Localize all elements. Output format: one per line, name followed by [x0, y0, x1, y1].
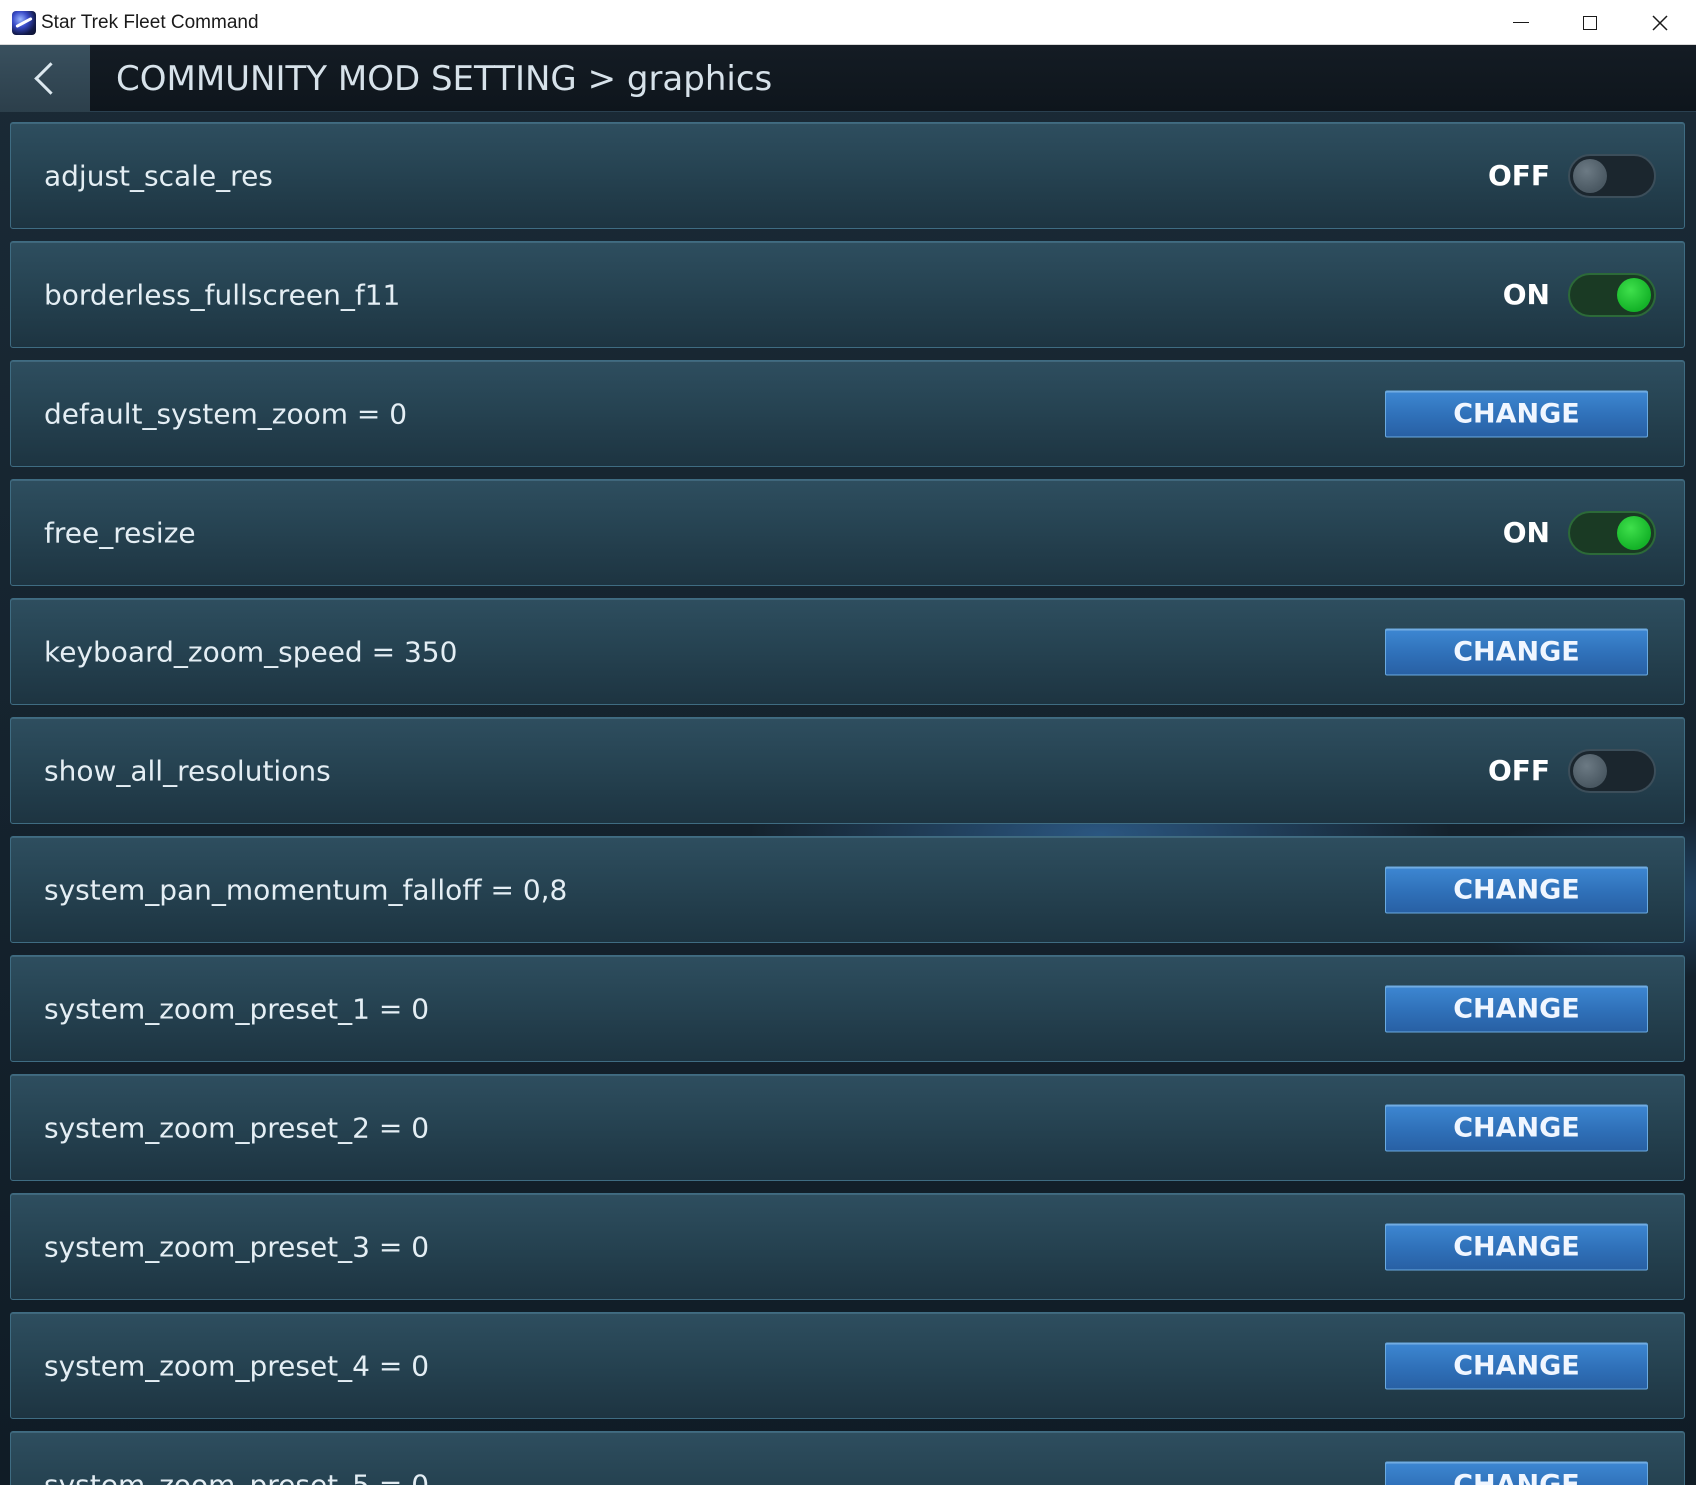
- chevron-left-icon: [33, 62, 67, 95]
- title-bar: Star Trek Fleet Command: [0, 0, 1696, 45]
- setting-row: system_zoom_preset_2 = 0 CHANGE: [10, 1074, 1685, 1181]
- setting-row: default_system_zoom = 0 CHANGE: [10, 360, 1685, 467]
- toggle-knob: [1573, 753, 1607, 788]
- setting-label: default_system_zoom = 0: [44, 397, 408, 430]
- toggle-knob: [1617, 277, 1651, 312]
- setting-label: free_resize: [44, 516, 196, 549]
- setting-row: adjust_scale_res OFF: [10, 122, 1685, 229]
- change-button[interactable]: CHANGE: [1385, 985, 1648, 1032]
- setting-row: show_all_resolutions OFF: [10, 717, 1685, 824]
- change-button[interactable]: CHANGE: [1385, 1104, 1648, 1151]
- setting-row: system_zoom_preset_5 = 0 CHANGE: [10, 1431, 1685, 1485]
- setting-label: borderless_fullscreen_f11: [44, 278, 401, 311]
- toggle-knob: [1573, 158, 1607, 193]
- app-logo-icon: [12, 11, 36, 35]
- change-button[interactable]: CHANGE: [1385, 1461, 1648, 1485]
- game-content: COMMUNITY MOD SETTING > graphics adjust_…: [0, 45, 1696, 1485]
- setting-row: free_resize ON: [10, 479, 1685, 586]
- toggle-control: ON: [1502, 510, 1656, 555]
- maximize-icon: [1583, 15, 1597, 30]
- settings-header: COMMUNITY MOD SETTING > graphics: [0, 45, 1696, 112]
- toggle-control: OFF: [1487, 153, 1656, 198]
- toggle-state-label: ON: [1502, 516, 1550, 549]
- change-button[interactable]: CHANGE: [1385, 628, 1648, 675]
- setting-row: keyboard_zoom_speed = 350 CHANGE: [10, 598, 1685, 705]
- setting-label: system_zoom_preset_3 = 0: [44, 1230, 430, 1263]
- toggle-state-label: OFF: [1487, 754, 1550, 787]
- toggle-switch[interactable]: [1568, 272, 1656, 317]
- setting-label: system_pan_momentum_falloff = 0,8: [44, 873, 568, 906]
- setting-label: system_zoom_preset_1 = 0: [44, 992, 430, 1025]
- setting-label: keyboard_zoom_speed = 350: [44, 635, 458, 668]
- toggle-state-label: OFF: [1487, 159, 1550, 192]
- toggle-control: OFF: [1487, 748, 1656, 793]
- page-title: COMMUNITY MOD SETTING > graphics: [116, 59, 773, 99]
- settings-list: adjust_scale_res OFF borderless_fullscreen…: [10, 122, 1685, 1485]
- back-button[interactable]: [0, 45, 90, 112]
- minimize-icon: [1513, 22, 1529, 23]
- setting-row: system_zoom_preset_4 = 0 CHANGE: [10, 1312, 1685, 1419]
- toggle-switch[interactable]: [1568, 748, 1656, 793]
- toggle-knob: [1617, 515, 1651, 550]
- setting-label: system_zoom_preset_2 = 0: [44, 1111, 430, 1144]
- maximize-button[interactable]: [1556, 0, 1624, 45]
- toggle-switch[interactable]: [1568, 153, 1656, 198]
- change-button[interactable]: CHANGE: [1385, 1342, 1648, 1389]
- window-title: Star Trek Fleet Command: [41, 12, 259, 33]
- toggle-switch[interactable]: [1568, 510, 1656, 555]
- setting-label: system_zoom_preset_5 = 0: [44, 1468, 430, 1485]
- setting-label: system_zoom_preset_4 = 0: [44, 1349, 430, 1382]
- close-button[interactable]: [1626, 0, 1694, 45]
- setting-row: system_zoom_preset_1 = 0 CHANGE: [10, 955, 1685, 1062]
- app-window: Star Trek Fleet Command COMMUNITY MOD SE…: [0, 0, 1696, 1485]
- toggle-control: ON: [1502, 272, 1656, 317]
- close-icon: [1652, 14, 1668, 31]
- setting-label: show_all_resolutions: [44, 754, 331, 787]
- setting-row: system_pan_momentum_falloff = 0,8 CHANGE: [10, 836, 1685, 943]
- setting-label: adjust_scale_res: [44, 159, 273, 192]
- change-button[interactable]: CHANGE: [1385, 866, 1648, 913]
- minimize-button[interactable]: [1487, 0, 1555, 45]
- change-button[interactable]: CHANGE: [1385, 390, 1648, 437]
- change-button[interactable]: CHANGE: [1385, 1223, 1648, 1270]
- setting-row: borderless_fullscreen_f11 ON: [10, 241, 1685, 348]
- setting-row: system_zoom_preset_3 = 0 CHANGE: [10, 1193, 1685, 1300]
- toggle-state-label: ON: [1502, 278, 1550, 311]
